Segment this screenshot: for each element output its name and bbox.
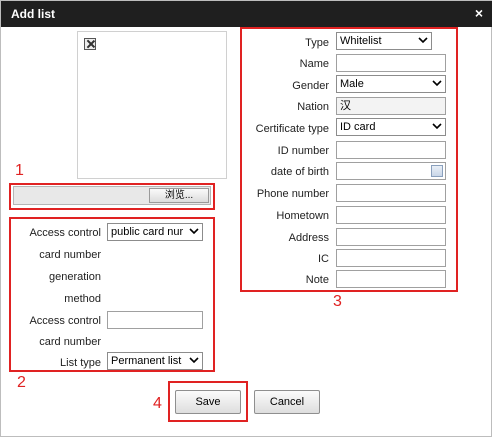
gen-method-line-1: card number	[39, 249, 101, 261]
save-button[interactable]: Save	[175, 390, 241, 414]
access-control-label: Access control	[29, 227, 101, 239]
date-of-birth-input[interactable]	[336, 162, 446, 180]
certificate-type-select[interactable]: ID card	[336, 118, 446, 136]
annotation-2: 2	[17, 374, 26, 391]
close-icon[interactable]: ×	[475, 5, 483, 21]
certificate-type-label: Certificate type	[255, 123, 329, 135]
cancel-button[interactable]: Cancel	[254, 390, 320, 414]
name-input[interactable]	[336, 54, 446, 72]
list-type-select[interactable]: Permanent list	[107, 352, 203, 370]
photo-preview	[77, 31, 227, 179]
title-bar: Add list ×	[1, 1, 492, 27]
access-control-value: public card nur	[111, 226, 184, 238]
chevron-down-icon	[432, 80, 442, 87]
gender-select[interactable]: Male	[336, 75, 446, 93]
ic-input[interactable]	[336, 249, 446, 267]
nation-input[interactable]: 汉	[336, 97, 446, 115]
list-type-value: Permanent list	[111, 355, 182, 367]
phone-number-input[interactable]	[336, 184, 446, 202]
gender-label: Gender	[292, 80, 329, 92]
chevron-down-icon	[189, 357, 199, 364]
type-label: Type	[305, 37, 329, 49]
chevron-down-icon	[189, 228, 199, 235]
type-value: Whitelist	[340, 35, 382, 47]
note-label: Note	[305, 274, 329, 286]
chevron-down-icon	[418, 37, 428, 44]
date-of-birth-label: date of birth	[270, 166, 329, 178]
hometown-label: Hometown	[276, 210, 329, 222]
gender-value: Male	[340, 78, 364, 90]
note-input[interactable]	[336, 270, 446, 288]
id-number-label: ID number	[277, 145, 329, 157]
address-label: Address	[288, 232, 329, 244]
id-number-input[interactable]	[336, 141, 446, 159]
annotation-1: 1	[15, 162, 24, 179]
nation-label: Nation	[297, 101, 329, 113]
type-select[interactable]: Whitelist	[336, 32, 432, 50]
phone-number-label: Phone number	[256, 188, 329, 200]
address-input[interactable]	[336, 228, 446, 246]
list-type-label: List type	[60, 357, 101, 369]
certificate-type-value: ID card	[340, 121, 376, 133]
chevron-down-icon	[432, 123, 442, 130]
file-path-field[interactable]: 浏览...	[13, 186, 211, 205]
add-list-dialog: Add list × 1 浏览... 2 Access control publ…	[0, 0, 492, 437]
card-number-input[interactable]	[107, 311, 203, 329]
hometown-input[interactable]	[336, 206, 446, 224]
broken-image-icon	[84, 38, 96, 50]
calendar-icon[interactable]	[431, 165, 443, 177]
annotation-4: 4	[153, 395, 162, 412]
name-label: Name	[299, 58, 329, 70]
browse-button[interactable]: 浏览...	[149, 188, 209, 203]
dialog-title: Add list	[11, 7, 55, 21]
ic-label: IC	[318, 253, 329, 265]
gen-method-line-2: generation	[49, 271, 101, 283]
card-number-label-1: Access control	[29, 315, 101, 327]
annotation-3: 3	[333, 293, 342, 310]
card-number-label-2: card number	[39, 336, 101, 348]
gen-method-line-3: method	[64, 293, 101, 305]
access-control-select[interactable]: public card nur	[107, 223, 203, 241]
